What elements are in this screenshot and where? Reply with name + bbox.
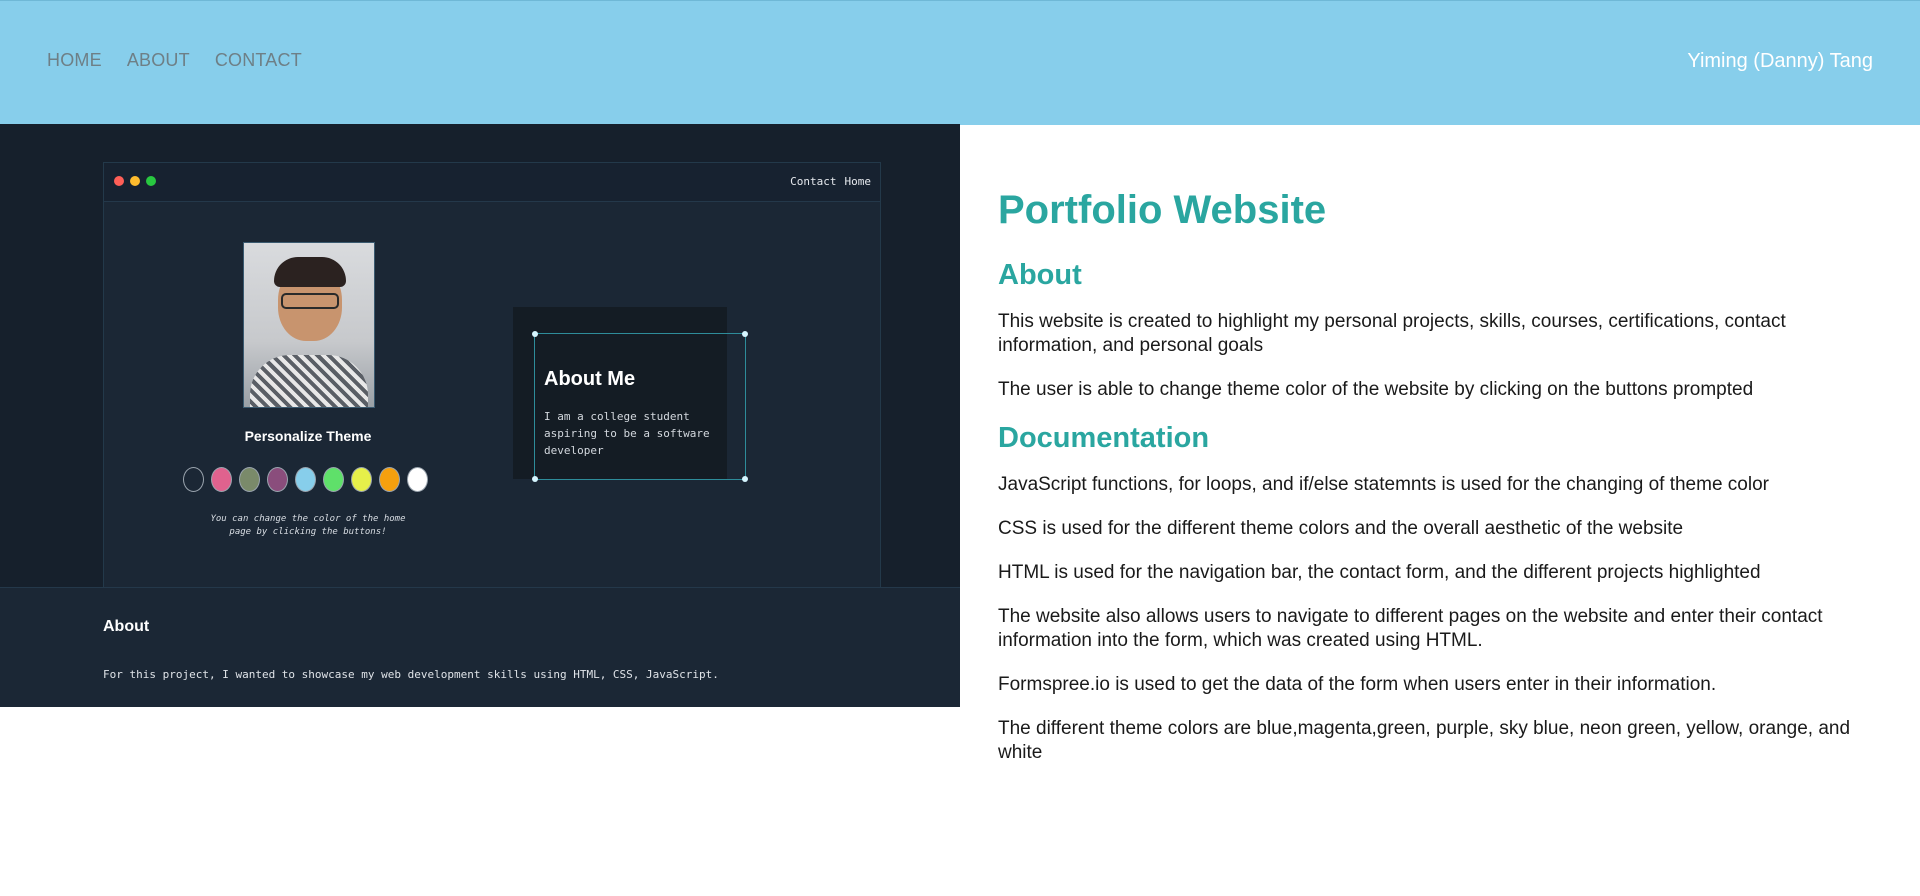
documentation-paragraph: The website also allows users to navigat…: [998, 606, 1823, 651]
about-paragraph: The user is able to change theme color o…: [998, 379, 1754, 400]
project-screenshot: Contact Home Personalize Theme You can c…: [0, 124, 960, 707]
theme-swatch-8: [407, 467, 428, 492]
theme-swatch-1: [211, 467, 232, 492]
photo-glasses: [281, 293, 339, 309]
about-me-text: I am a college student aspiring to be a …: [544, 410, 710, 457]
nav-home-link[interactable]: HOME: [47, 50, 102, 71]
theme-swatch-5: [323, 467, 344, 492]
resize-handle-icon: [742, 476, 748, 482]
photo-hair: [274, 257, 346, 287]
window-nav: Contact Home: [790, 175, 871, 188]
personalize-theme-title: Personalize Theme: [244, 428, 372, 444]
theme-swatch-0: [183, 467, 204, 492]
site-brand[interactable]: Yiming (Danny) Tang: [1687, 50, 1873, 73]
nav-about-link[interactable]: ABOUT: [127, 50, 190, 71]
screenshot-about-section: About For this project, I wanted to show…: [0, 587, 960, 707]
about-me-title: About Me: [544, 368, 636, 390]
theme-swatch-6: [351, 467, 372, 492]
nav-menu: HOME ABOUT CONTACT: [47, 50, 302, 71]
minimize-dot-icon: [130, 176, 140, 186]
resize-handle-icon: [742, 331, 748, 337]
window-contact-link: Contact: [790, 175, 837, 188]
theme-swatch-4: [295, 467, 316, 492]
documentation-paragraph: Formspree.io is used to get the data of …: [998, 674, 1717, 695]
theme-swatch-3: [267, 467, 288, 492]
theme-swatch-2: [239, 467, 260, 492]
window-home-link: Home: [844, 175, 872, 188]
theme-swatch-7: [379, 467, 400, 492]
documentation-paragraph: HTML is used for the navigation bar, the…: [998, 562, 1761, 583]
top-navbar: HOME ABOUT CONTACT Yiming (Danny) Tang: [0, 0, 1920, 125]
browser-window: Contact Home Personalize Theme You can c…: [103, 162, 881, 588]
screenshot-about-title: About: [103, 618, 150, 635]
close-dot-icon: [114, 176, 124, 186]
theme-swatches: [183, 467, 428, 492]
documentation-heading: Documentation: [998, 422, 1210, 454]
photo-shirt: [250, 355, 368, 407]
documentation-paragraph: The different theme colors are blue,mage…: [998, 718, 1851, 763]
personalize-note: You can change the color of the home pag…: [210, 514, 406, 537]
resize-handle-icon: [532, 476, 538, 482]
screenshot-about-text: For this project, I wanted to showcase m…: [103, 668, 719, 681]
maximize-dot-icon: [146, 176, 156, 186]
about-heading: About: [998, 259, 1082, 291]
documentation-paragraph: CSS is used for the different theme colo…: [998, 518, 1684, 539]
window-titlebar: Contact Home: [104, 163, 880, 202]
resize-handle-icon: [532, 331, 538, 337]
about-paragraph: This website is created to highlight my …: [998, 311, 1786, 356]
documentation-paragraph: JavaScript functions, for loops, and if/…: [998, 474, 1769, 495]
project-description: Portfolio Website About This website is …: [998, 188, 1878, 785]
page-title: Portfolio Website: [998, 188, 1327, 232]
nav-contact-link[interactable]: CONTACT: [215, 50, 302, 71]
profile-photo: [243, 242, 375, 408]
